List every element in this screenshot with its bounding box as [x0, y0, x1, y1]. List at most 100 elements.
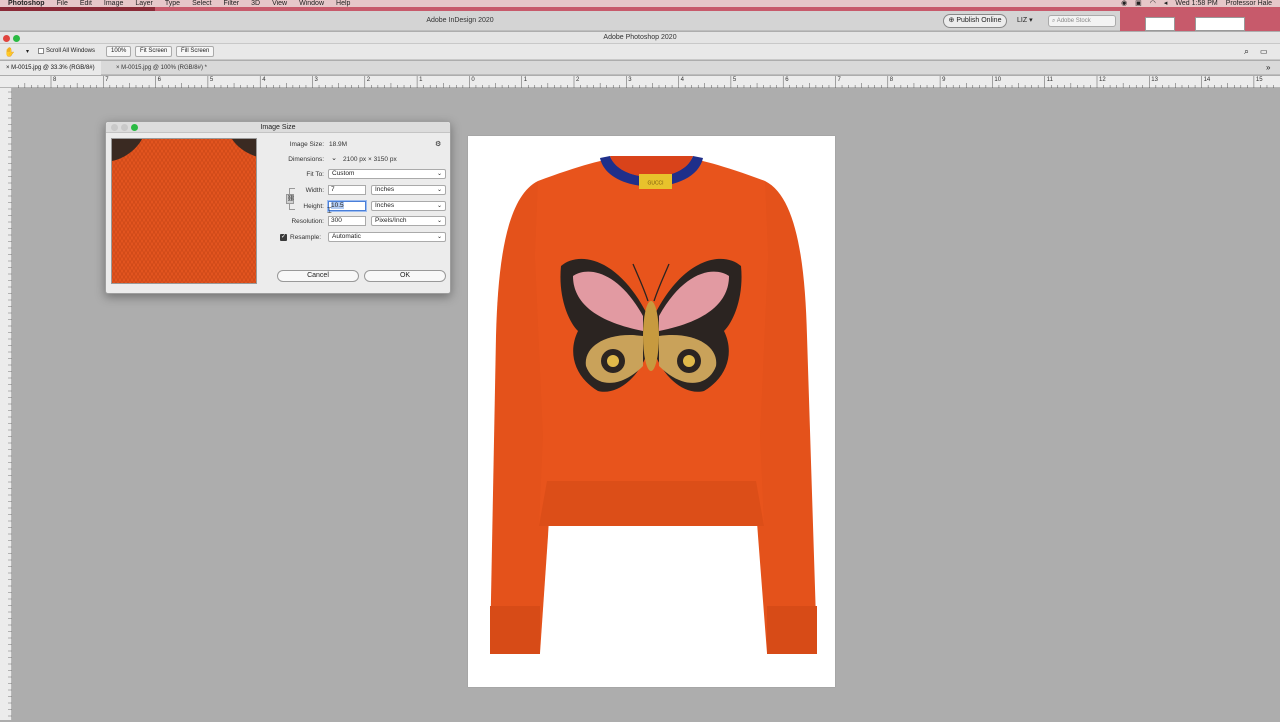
- horizontal-ruler[interactable]: 8 7 6 5 4 3 2 1 0 1 2 3 4 5 6 7 8 9 10 11 12 13 14 15: [0, 76, 1280, 88]
- document-canvas[interactable]: GUCCI: [468, 136, 835, 687]
- fill-screen-button[interactable]: Fill Screen: [176, 46, 215, 57]
- indesign-user-label: LIZ: [1017, 17, 1028, 24]
- menu-type[interactable]: Type: [165, 0, 180, 7]
- resolution-label: Resolution:: [291, 218, 324, 225]
- menu-3d[interactable]: 3D: [251, 0, 260, 7]
- ruler-label: 1: [419, 77, 423, 83]
- ok-button[interactable]: OK: [364, 270, 446, 282]
- fit-to-value: Custom: [332, 170, 355, 177]
- chevron-down-icon: ⌄: [436, 187, 442, 193]
- ruler-label: 6: [157, 77, 161, 83]
- preview-image: [112, 139, 256, 283]
- width-input[interactable]: 7: [328, 185, 366, 195]
- ruler-label: 6: [785, 77, 789, 83]
- resolution-input[interactable]: 300: [328, 216, 366, 226]
- ruler-label: 8: [53, 77, 57, 83]
- ruler-label: 3: [628, 77, 632, 83]
- ruler-label: 2: [576, 77, 580, 83]
- hand-tool-icon[interactable]: ✋: [4, 47, 15, 58]
- image-preview[interactable]: [111, 138, 257, 284]
- chevron-down-icon[interactable]: ▾: [26, 48, 29, 55]
- photoshop-titlebar: Adobe Photoshop 2020: [0, 32, 1280, 44]
- workspace-icon[interactable]: ▭: [1260, 47, 1268, 56]
- dimensions-height: 3150 px: [373, 156, 397, 163]
- ruler-label: 12: [1099, 77, 1106, 83]
- menubar-status-area: ◉ ▣ ◠ ◂ Wed 1:58 PM Professor Hale: [1121, 0, 1272, 7]
- resample-method-select[interactable]: Automatic ⌄: [328, 232, 446, 242]
- screen-icon[interactable]: ▣: [1135, 0, 1142, 7]
- menu-app-photoshop[interactable]: Photoshop: [8, 0, 45, 7]
- gear-icon[interactable]: ⚙: [435, 140, 441, 148]
- width-unit-select[interactable]: Inches ⌄: [371, 185, 446, 195]
- menu-layer[interactable]: Layer: [135, 0, 153, 7]
- tab-document-33[interactable]: × M-0015.jpg @ 33.3% (RGB/8#): [0, 61, 101, 75]
- resolution-unit-select[interactable]: Pixels/Inch ⌄: [371, 216, 446, 226]
- ruler-ticks: [18, 76, 1274, 88]
- menu-help[interactable]: Help: [336, 0, 350, 7]
- menu-select[interactable]: Select: [192, 0, 211, 7]
- menu-file[interactable]: File: [57, 0, 68, 7]
- sweater-image: GUCCI: [490, 156, 817, 654]
- menu-view[interactable]: View: [272, 0, 287, 7]
- menu-edit[interactable]: Edit: [80, 0, 92, 7]
- ruler-label: 5: [732, 77, 737, 83]
- ruler-label: 4: [680, 77, 684, 83]
- cancel-button[interactable]: Cancel: [277, 270, 359, 282]
- fit-screen-button[interactable]: Fit Screen: [135, 46, 173, 57]
- scroll-all-windows-label: Scroll All Windows: [46, 48, 96, 54]
- chevron-down-icon: ⌄: [436, 218, 442, 224]
- scroll-all-windows-checkbox[interactable]: Scroll All Windows: [38, 48, 95, 54]
- dimensions-label: Dimensions:: [288, 156, 324, 163]
- ruler-label: 2: [366, 77, 371, 83]
- wifi-icon[interactable]: ◠: [1150, 0, 1156, 7]
- tab-document-100[interactable]: × M-0015.jpg @ 100% (RGB/8#) *: [110, 61, 213, 75]
- indesign-user-menu[interactable]: LIZ ▾: [1017, 14, 1033, 28]
- resample-checkbox[interactable]: ✓: [280, 234, 287, 241]
- ruler-label: 14: [1203, 77, 1211, 83]
- indesign-page-thumbnail[interactable]: [1195, 17, 1245, 31]
- image-size-dialog: Image Size Image Size: 18.9M ⚙ Dimension…: [105, 121, 451, 294]
- record-icon[interactable]: ◉: [1121, 0, 1127, 7]
- menu-filter[interactable]: Filter: [224, 0, 240, 7]
- menubar-user[interactable]: Professor Hale: [1226, 0, 1272, 7]
- ruler-label: 8: [889, 77, 894, 83]
- menu-window[interactable]: Window: [299, 0, 324, 7]
- resolution-unit-value: Pixels/Inch: [375, 217, 407, 224]
- garment-label-text: GUCCI: [647, 181, 663, 187]
- zoom-100-button[interactable]: 100%: [106, 46, 132, 57]
- dimensions-separator: ×: [367, 156, 372, 163]
- dimensions-unit-chevron-icon[interactable]: ⌄: [329, 154, 339, 164]
- height-input[interactable]: 10.5: [328, 201, 366, 211]
- ruler-label: 7: [105, 77, 109, 83]
- vertical-ruler[interactable]: [0, 88, 12, 720]
- ruler-ticks: [8, 91, 12, 717]
- height-input-selected-text: 10.5: [331, 202, 344, 209]
- ruler-label: 3: [314, 77, 318, 83]
- document-tab-bar: × M-0015.jpg @ 33.3% (RGB/8#) × M-0015.j…: [0, 61, 1280, 75]
- publish-online-label: Publish Online: [956, 17, 1002, 24]
- menu-image[interactable]: Image: [104, 0, 123, 7]
- height-unit-select[interactable]: Inches ⌄: [371, 201, 446, 211]
- ruler-label: 10: [994, 77, 1002, 83]
- checkbox-box: [38, 48, 44, 54]
- width-label: Width:: [305, 187, 324, 194]
- resample-method-value: Automatic: [332, 233, 361, 240]
- resample-label: Resample:: [290, 234, 322, 241]
- tool-options-bar: ✋ ▾ Scroll All Windows 100% Fit Screen F…: [0, 44, 1280, 60]
- publish-online-button[interactable]: ⊕ Publish Online: [943, 14, 1007, 28]
- ruler-label: 1: [523, 77, 528, 83]
- ruler-label: 15: [1255, 77, 1263, 83]
- search-icon[interactable]: ⌕: [1244, 46, 1249, 57]
- indesign-page-thumbnail[interactable]: [1145, 17, 1175, 31]
- dialog-titlebar[interactable]: Image Size: [106, 122, 450, 133]
- chevron-right-icon[interactable]: »: [1266, 63, 1270, 72]
- dimensions-width: 2100 px: [343, 156, 367, 163]
- menubar-clock[interactable]: Wed 1:58 PM: [1175, 0, 1217, 7]
- tab-label: M-0015.jpg @ 33.3% (RGB/8#): [11, 65, 95, 71]
- adobe-stock-search-input[interactable]: ⌕ Adobe Stock: [1048, 15, 1116, 27]
- image-size-value: 18.9M: [329, 141, 348, 148]
- ruler-label: 4: [262, 77, 266, 83]
- fit-to-select[interactable]: Custom ⌄: [328, 169, 446, 179]
- image-size-label: Image Size:: [289, 141, 324, 148]
- volume-icon[interactable]: ◂: [1164, 0, 1168, 7]
